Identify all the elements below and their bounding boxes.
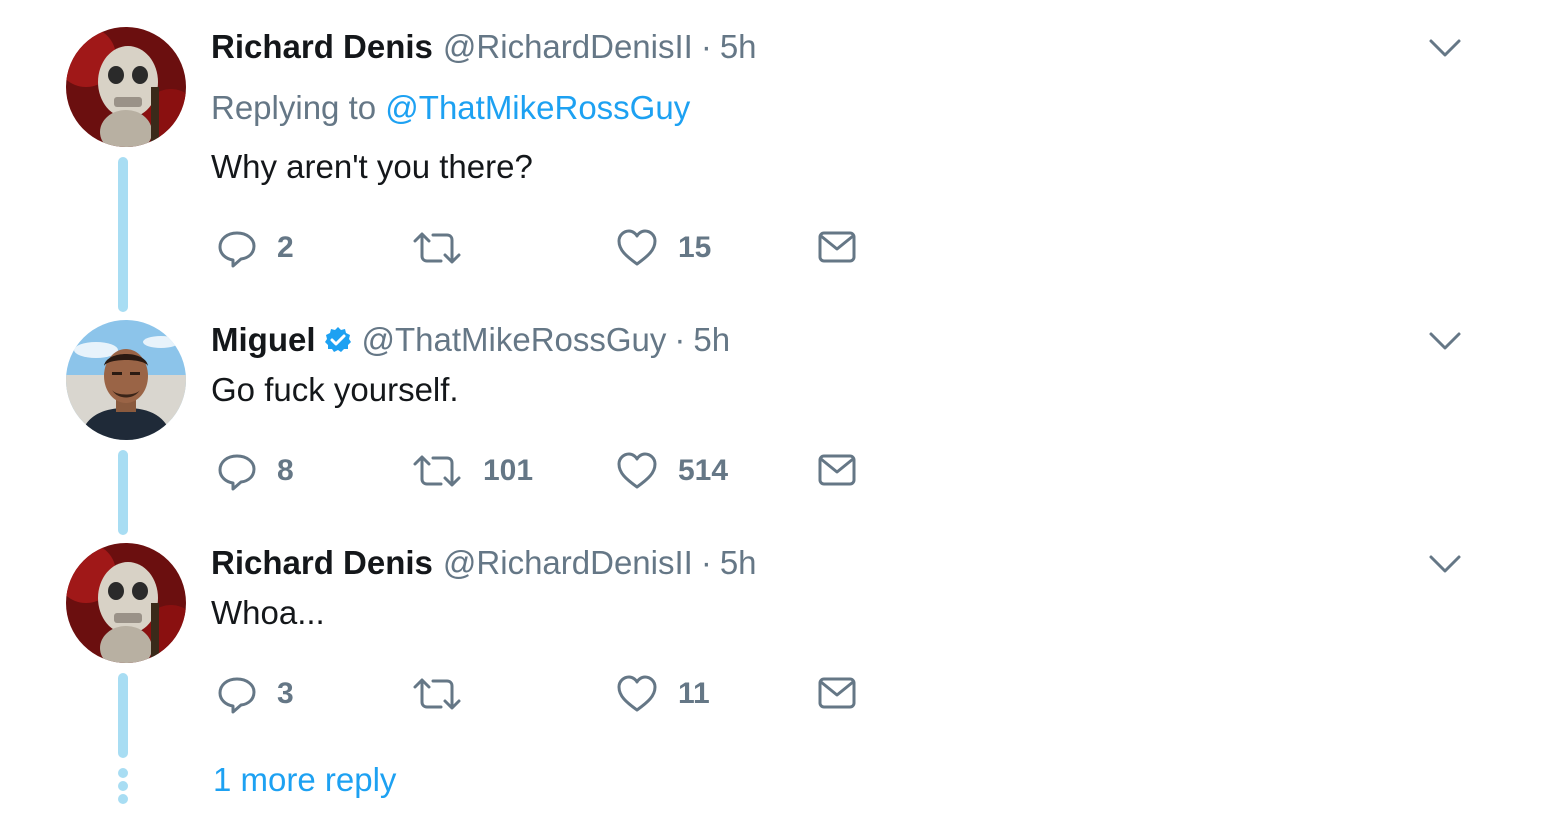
- replying-to-mention[interactable]: @ThatMikeRossGuy: [385, 89, 690, 126]
- display-name[interactable]: Miguel: [211, 320, 316, 360]
- tweet-text: Go fuck yourself.: [211, 371, 459, 408]
- skull-statue-avatar-icon: [66, 27, 186, 147]
- reply-count: 2: [277, 231, 294, 264]
- man-portrait-avatar-icon: [66, 320, 186, 440]
- heart-icon: [617, 675, 657, 712]
- like-button[interactable]: 11: [616, 672, 710, 716]
- like-count: 15: [678, 231, 712, 264]
- retweet-button[interactable]: [411, 672, 483, 716]
- tweet-actions: 8 101 514: [211, 449, 911, 493]
- display-name[interactable]: Richard Denis: [211, 543, 433, 583]
- like-count: 514: [678, 454, 729, 487]
- chevron-down-icon[interactable]: [1428, 38, 1462, 58]
- thread-more-dots-icon: [118, 768, 128, 807]
- skull-statue-avatar-icon: [66, 543, 186, 663]
- retweet-icon: [413, 232, 461, 264]
- user-handle[interactable]: @ThatMikeRossGuy: [362, 320, 667, 360]
- direct-message-button[interactable]: [817, 226, 857, 270]
- timestamp[interactable]: 5h: [720, 27, 757, 67]
- reply-button[interactable]: 8: [217, 449, 294, 493]
- display-name[interactable]: Richard Denis: [211, 27, 433, 67]
- timestamp[interactable]: 5h: [720, 543, 757, 583]
- envelope-icon: [818, 454, 856, 486]
- reply-icon: [218, 454, 256, 491]
- tweet-actions: 2 15: [211, 226, 911, 270]
- tweet-header: Miguel @ThatMikeRossGuy · 5h: [211, 320, 730, 360]
- avatar[interactable]: [66, 320, 186, 440]
- user-handle[interactable]: @RichardDenisII: [443, 543, 693, 583]
- verified-badge-icon: [324, 327, 351, 352]
- thread-line: [118, 450, 128, 535]
- reply-count: 3: [277, 677, 294, 710]
- tweet-header: Richard Denis @RichardDenisII · 5h: [211, 543, 757, 583]
- retweet-icon: [413, 455, 461, 487]
- user-handle[interactable]: @RichardDenisII: [443, 27, 693, 67]
- replying-to-label: Replying to: [211, 89, 377, 126]
- heart-icon: [617, 452, 657, 489]
- thread-line: [118, 673, 128, 758]
- like-button[interactable]: 514: [616, 449, 728, 493]
- retweet-button[interactable]: 101: [411, 449, 533, 493]
- retweet-icon: [413, 678, 461, 710]
- more-replies-link[interactable]: 1 more reply: [213, 760, 396, 800]
- reply-icon: [218, 231, 256, 268]
- retweet-button[interactable]: [411, 226, 483, 270]
- separator: ·: [674, 321, 686, 358]
- reply-icon: [218, 677, 256, 714]
- direct-message-button[interactable]: [817, 672, 857, 716]
- envelope-icon: [818, 677, 856, 709]
- reply-count: 8: [277, 454, 294, 487]
- chevron-down-icon[interactable]: [1428, 554, 1462, 574]
- separator: ·: [700, 28, 712, 65]
- retweet-count: 101: [483, 454, 534, 487]
- avatar[interactable]: [66, 27, 186, 147]
- chevron-down-icon[interactable]: [1428, 331, 1462, 351]
- separator: ·: [700, 544, 712, 581]
- reply-button[interactable]: 3: [217, 672, 294, 716]
- tweet-text: Whoa...: [211, 594, 325, 631]
- like-button[interactable]: 15: [616, 226, 711, 270]
- tweet-header: Richard Denis @RichardDenisII · 5h: [211, 27, 757, 67]
- envelope-icon: [818, 231, 856, 263]
- timestamp[interactable]: 5h: [693, 320, 730, 360]
- avatar[interactable]: [66, 543, 186, 663]
- tweet-text: Why aren't you there?: [211, 148, 533, 185]
- heart-icon: [617, 229, 657, 266]
- replying-to: Replying to @ThatMikeRossGuy: [211, 88, 690, 128]
- reply-button[interactable]: 2: [217, 226, 294, 270]
- direct-message-button[interactable]: [817, 449, 857, 493]
- tweet-actions: 3 11: [211, 672, 911, 716]
- thread-line: [118, 157, 128, 312]
- like-count: 11: [678, 677, 710, 710]
